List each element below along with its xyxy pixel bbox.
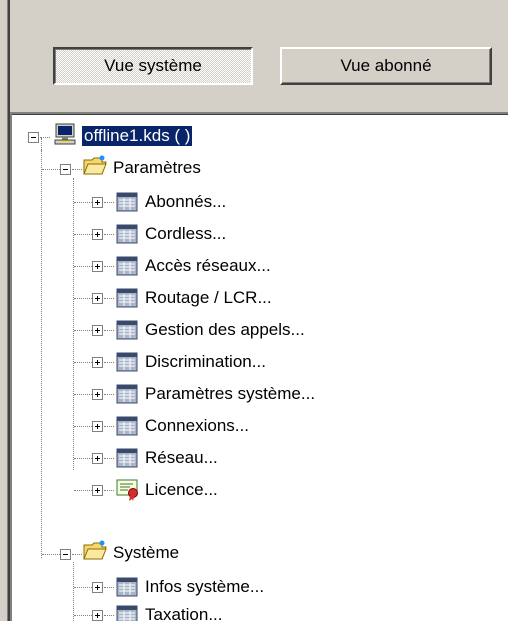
certificate-icon	[116, 479, 138, 501]
tree-item-label: Paramètres système...	[145, 384, 316, 403]
system-view-button-label: Vue système	[104, 56, 202, 75]
expand-toggle[interactable]	[92, 453, 103, 464]
view-toolbar: Vue système Vue abonné	[10, 0, 508, 110]
tree-line	[74, 458, 92, 459]
expand-toggle[interactable]	[92, 357, 103, 368]
table-icon	[116, 256, 138, 276]
tree-item-label: Cordless...	[145, 224, 227, 243]
tree-line	[104, 298, 114, 299]
table-icon	[116, 192, 138, 212]
tree-line	[42, 169, 60, 170]
expand-toggle[interactable]	[92, 389, 103, 400]
table-icon	[116, 577, 138, 597]
table-icon	[116, 288, 138, 308]
tree-line	[74, 426, 92, 427]
tree-line	[104, 266, 114, 267]
table-icon	[116, 416, 138, 436]
tree-line	[74, 234, 92, 235]
folder-icon	[83, 540, 107, 560]
tree-line	[104, 426, 114, 427]
expand-toggle[interactable]	[92, 261, 103, 272]
tree-group-label[interactable]: Système	[111, 543, 181, 563]
expand-toggle[interactable]	[92, 197, 103, 208]
expand-toggle[interactable]	[92, 229, 103, 240]
tree-line	[104, 587, 114, 588]
tree-line	[74, 615, 92, 616]
tree-line	[40, 137, 50, 138]
tree-line	[74, 266, 92, 267]
subscriber-view-button[interactable]: Vue abonné	[280, 47, 492, 85]
tree-group-label[interactable]: Paramètres	[111, 158, 203, 178]
tree-line	[74, 298, 92, 299]
tree-line	[104, 458, 114, 459]
tree-item-label: Taxation...	[145, 605, 223, 621]
table-icon	[116, 224, 138, 244]
expand-toggle[interactable]	[92, 610, 103, 621]
tree-line	[74, 330, 92, 331]
tree-line	[74, 587, 92, 588]
expand-toggle[interactable]	[92, 421, 103, 432]
tree-line	[72, 554, 82, 555]
tree-line	[41, 150, 42, 558]
tree-item-label: Licence...	[145, 480, 218, 499]
tree-line	[74, 490, 92, 491]
parametres-collapse-toggle[interactable]	[60, 164, 71, 175]
tree-item-label: Réseau...	[145, 448, 218, 467]
table-icon	[116, 384, 138, 404]
tree-line	[72, 169, 82, 170]
tree-line	[104, 234, 114, 235]
expand-toggle[interactable]	[92, 485, 103, 496]
computer-icon	[54, 123, 76, 145]
tree-line	[104, 490, 114, 491]
tree-line	[74, 202, 92, 203]
folder-icon	[83, 155, 107, 175]
expand-toggle[interactable]	[92, 293, 103, 304]
tree-item-label: Infos système...	[145, 577, 265, 596]
tree-line	[104, 362, 114, 363]
tree-item-label: Connexions...	[145, 416, 249, 435]
window-left-border	[0, 0, 10, 621]
tree-item-label: Routage / LCR...	[145, 288, 272, 307]
tree-line	[104, 615, 114, 616]
table-icon	[116, 352, 138, 372]
tree-line	[104, 202, 114, 203]
tree-item-label: Accès réseaux...	[145, 256, 271, 275]
table-icon	[116, 605, 138, 621]
tree-item-label: Abonnés...	[145, 192, 227, 211]
expand-toggle[interactable]	[92, 325, 103, 336]
table-icon	[116, 320, 138, 340]
table-icon	[116, 448, 138, 468]
root-collapse-toggle[interactable]	[28, 132, 39, 143]
system-view-button[interactable]: Vue système	[53, 47, 253, 85]
subscriber-view-button-label: Vue abonné	[340, 56, 432, 75]
tree-line	[104, 330, 114, 331]
tree-line	[73, 562, 74, 621]
tree-item-label: Discrimination...	[145, 352, 266, 371]
tree-root-label[interactable]: offline1.kds ( )	[80, 125, 194, 147]
systeme-collapse-toggle[interactable]	[60, 549, 71, 560]
tree-line	[74, 362, 92, 363]
configuration-tree[interactable]: offline1.kds ( ) Paramètres Abonnés... C…	[10, 112, 508, 621]
tree-item-label: Gestion des appels...	[145, 320, 305, 339]
tree-line	[104, 394, 114, 395]
tree-line	[74, 394, 92, 395]
expand-toggle[interactable]	[92, 582, 103, 593]
tree-line	[42, 554, 60, 555]
tree-line	[41, 138, 42, 150]
